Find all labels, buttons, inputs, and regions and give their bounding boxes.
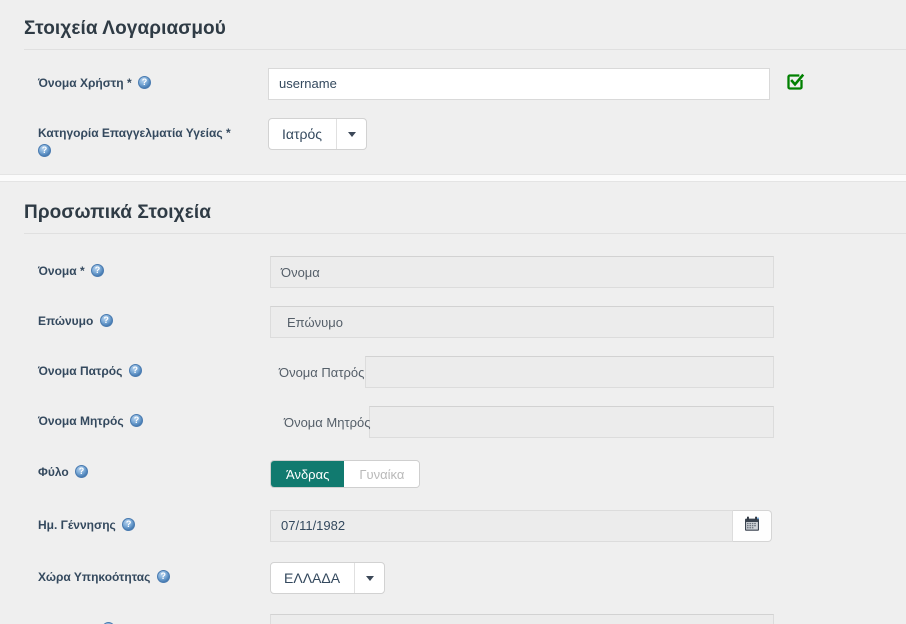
field-father-name: Όνομα Πατρός (268, 354, 906, 388)
calendar-icon (744, 516, 760, 537)
label-nationality: Χώρα Υπηκοότητας (0, 560, 268, 586)
section-divider (24, 233, 906, 234)
username-input[interactable]: username (268, 68, 770, 100)
chevron-down-icon[interactable] (354, 563, 384, 593)
field-last-name: Επώνυμο (268, 304, 906, 338)
form-row-father-name: Όνομα Πατρός Όνομα Πατρός (0, 354, 906, 395)
help-circle-icon[interactable] (99, 314, 113, 327)
field-mother-name: Όνομα Μητρός (268, 404, 906, 438)
form-row-birth-date: Ημ. Γέννησης 07/11/1982 (0, 508, 906, 549)
required-marker: * (123, 76, 132, 90)
chevron-down-icon[interactable] (336, 119, 366, 149)
help-circle-icon[interactable] (38, 144, 51, 157)
label-birth-date-text: Ημ. Γέννησης (38, 518, 116, 532)
label-gender: Φύλο (0, 455, 268, 481)
nationality-select[interactable]: ΕΛΛΑΔΑ (270, 562, 386, 594)
birth-date-group: 07/11/1982 (270, 510, 906, 542)
label-first-name-text: Όνομα (38, 264, 77, 278)
help-circle-icon[interactable] (129, 414, 143, 427)
field-username: username (268, 66, 906, 100)
label-username-text: Όνομα Χρήστη (38, 76, 124, 90)
help-circle-icon[interactable] (75, 465, 89, 478)
label-profession-category: Κατηγορία Επαγγελματία Υγείας * (0, 116, 268, 160)
section-title-account: Στοιχεία Λογαριασμού (24, 18, 226, 39)
form-row-last-name: Επώνυμο Επώνυμο (0, 304, 906, 345)
section-account: Στοιχεία Λογαριασμού Όνομα Χρήστη * user… (0, 0, 906, 174)
required-marker: * (222, 126, 231, 140)
father-name-input[interactable]: Όνομα Πατρός (279, 356, 774, 388)
gender-option-male[interactable]: Άνδρας (271, 461, 345, 487)
check-square-icon (786, 72, 805, 96)
field-birth-date: 07/11/1982 (268, 508, 906, 542)
amka-placeholder: Α.Μ.Κ.Α. (290, 615, 341, 624)
registration-form-page: Στοιχεία Λογαριασμού Όνομα Χρήστη * user… (0, 0, 906, 624)
father-name-placeholder: Όνομα Πατρός (279, 365, 365, 380)
profession-category-select[interactable]: Ιατρός (268, 118, 368, 150)
calendar-button[interactable] (733, 510, 772, 542)
birth-date-input[interactable]: 07/11/1982 (270, 510, 733, 542)
help-circle-icon[interactable] (137, 76, 151, 89)
label-username: Όνομα Χρήστη * (0, 66, 268, 92)
gender-option-female[interactable]: Γυναίκα (344, 461, 420, 487)
panel-separator (0, 174, 906, 182)
label-mother-name-text: Όνομα Μητρός (38, 414, 124, 428)
help-circle-icon[interactable] (128, 364, 142, 377)
label-last-name-text: Επώνυμο (38, 314, 94, 328)
section-personal: Προσωπικά Στοιχεία Όνομα * Όνομα Επώνυμο (0, 182, 906, 624)
help-circle-icon[interactable] (90, 264, 104, 277)
form-row-gender: Φύλο Άνδρας Γυναίκα (0, 455, 906, 496)
form-row-mother-name: Όνομα Μητρός Όνομα Μητρός (0, 404, 906, 445)
label-profession-category-text: Κατηγορία Επαγγελματία Υγείας (38, 126, 223, 140)
form-row-profession-category: Κατηγορία Επαγγελματία Υγείας * Ιατρός (0, 116, 906, 160)
label-last-name: Επώνυμο (0, 304, 268, 330)
last-name-placeholder: Επώνυμο (287, 315, 343, 330)
gender-toggle-group: Άνδρας Γυναίκα (270, 460, 421, 488)
label-mother-name: Όνομα Μητρός (0, 404, 268, 430)
label-father-name: Όνομα Πατρός (0, 354, 268, 380)
label-amka: Α.Μ.Κ.Α. * (0, 612, 268, 624)
last-name-input[interactable]: Επώνυμο (270, 306, 774, 338)
field-profession-category: Ιατρός (268, 116, 906, 150)
section-title-personal: Προσωπικά Στοιχεία (24, 202, 211, 223)
mother-name-input[interactable]: Όνομα Μητρός (284, 406, 774, 438)
first-name-placeholder: Όνομα (281, 265, 320, 280)
label-birth-date: Ημ. Γέννησης (0, 508, 268, 534)
help-circle-icon[interactable] (156, 570, 170, 583)
form-row-username: Όνομα Χρήστη * username (0, 66, 906, 107)
label-nationality-text: Χώρα Υπηκοότητας (38, 570, 151, 584)
field-first-name: Όνομα (268, 254, 906, 288)
form-row-first-name: Όνομα * Όνομα (0, 254, 906, 295)
field-gender: Άνδρας Γυναίκα (268, 455, 906, 488)
amka-input[interactable]: Α.Μ.Κ.Α. (270, 614, 774, 624)
help-circle-icon[interactable] (122, 518, 136, 531)
label-father-name-text: Όνομα Πατρός (38, 364, 123, 378)
label-gender-text: Φύλο (38, 465, 69, 479)
section-divider (24, 49, 906, 50)
label-first-name: Όνομα * (0, 254, 268, 280)
form-row-amka: Α.Μ.Κ.Α. * Α.Μ.Κ.Α. (0, 612, 906, 624)
profession-category-value: Ιατρός (282, 126, 323, 142)
first-name-input[interactable]: Όνομα (270, 256, 774, 288)
required-marker: * (76, 264, 85, 278)
field-nationality: ΕΛΛΑΔΑ (268, 560, 906, 594)
form-row-nationality: Χώρα Υπηκοότητας ΕΛΛΑΔΑ (0, 560, 906, 601)
mother-name-placeholder: Όνομα Μητρός (284, 415, 371, 430)
field-amka: Α.Μ.Κ.Α. (268, 612, 906, 624)
nationality-value: ΕΛΛΑΔΑ (284, 570, 341, 586)
